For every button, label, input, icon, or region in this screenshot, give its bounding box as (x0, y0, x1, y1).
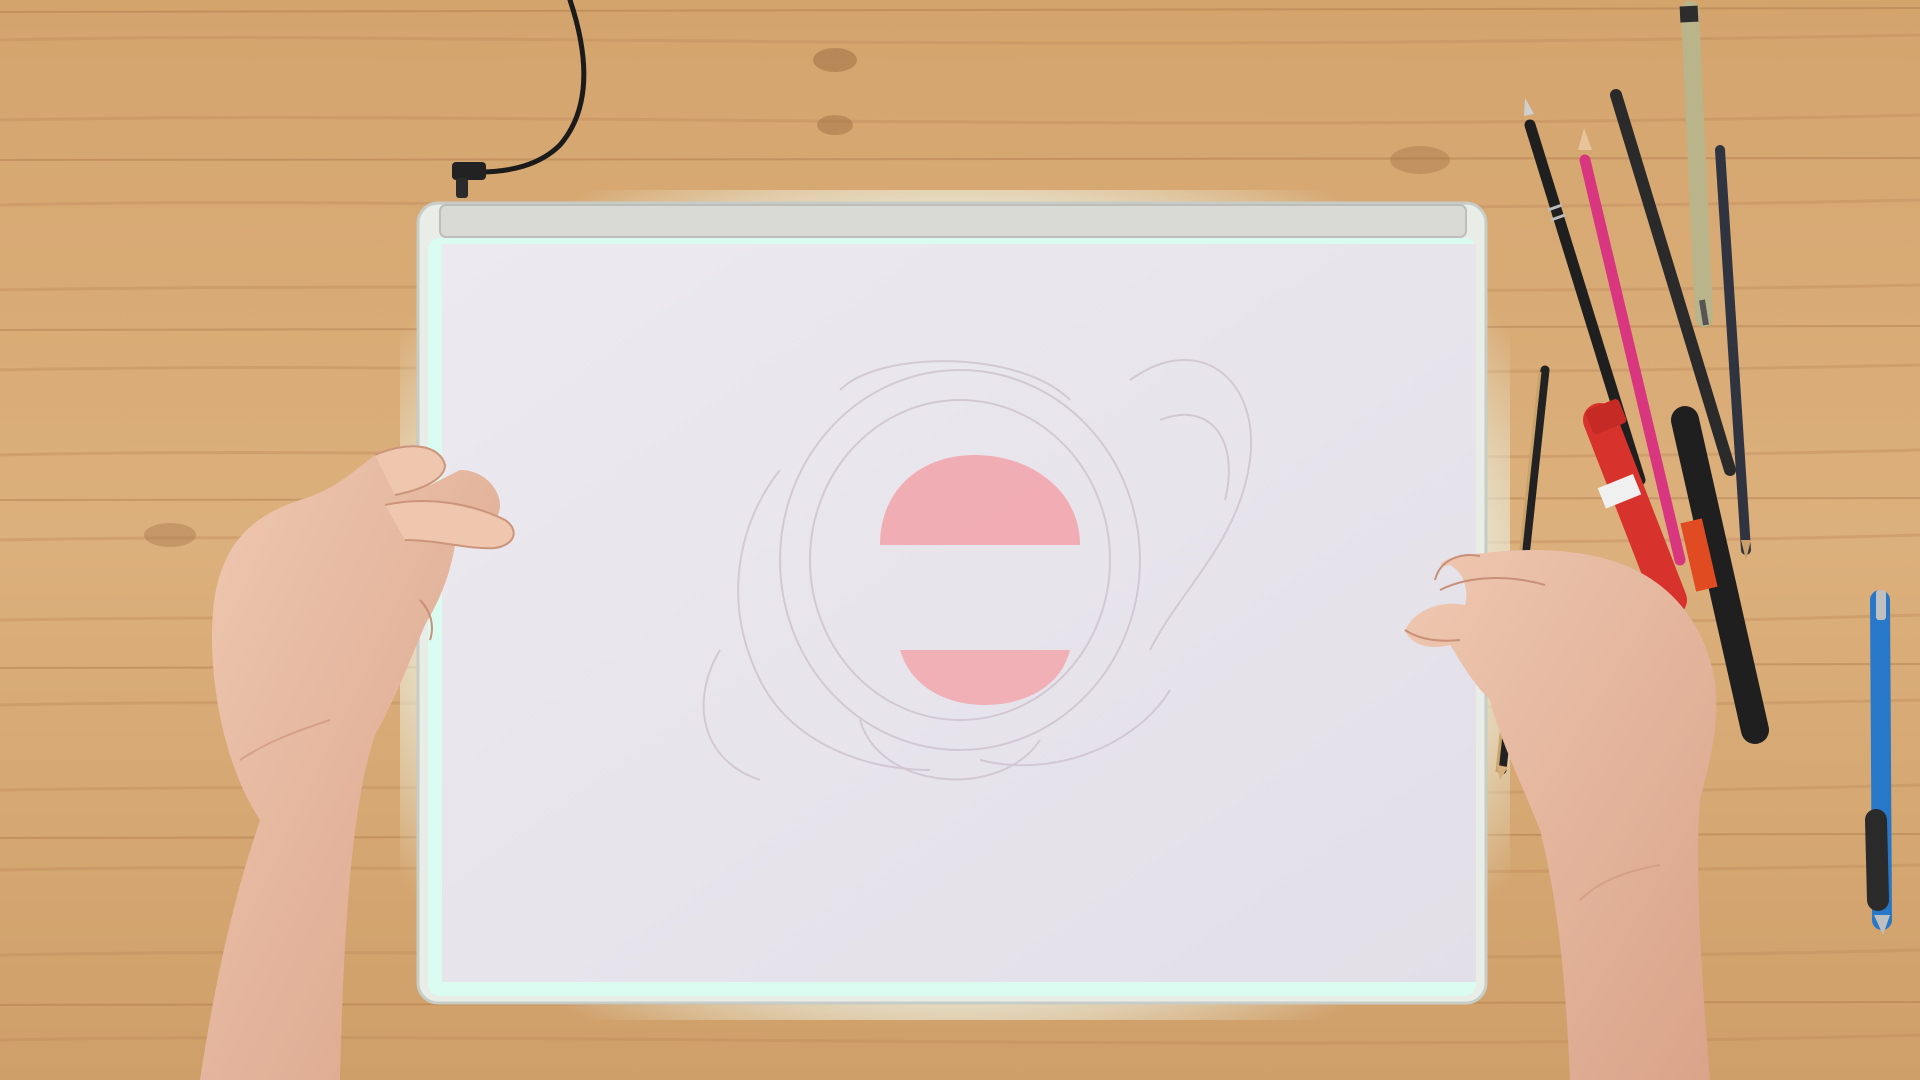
light-box-clip-bar (439, 204, 1467, 238)
wood-knot (144, 523, 196, 547)
tracing-paper (442, 244, 1476, 982)
wood-knot (813, 48, 857, 72)
wood-knot (1390, 146, 1450, 174)
photo-scene (0, 0, 1920, 1080)
cable-plug (452, 162, 486, 180)
wood-knot (817, 115, 853, 135)
ballpoint-pen (1865, 590, 1892, 935)
photo-illustration (0, 0, 1920, 1080)
